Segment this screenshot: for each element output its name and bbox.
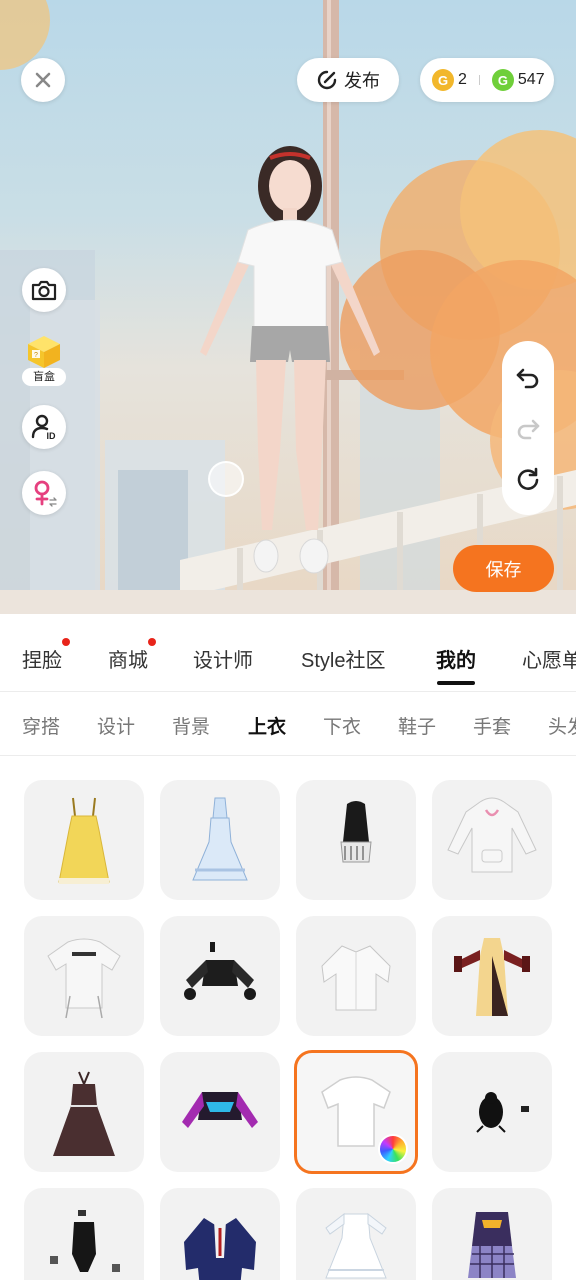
publish-icon bbox=[317, 70, 337, 90]
clothing-item[interactable] bbox=[160, 780, 280, 900]
tab-shop[interactable]: 商城 bbox=[108, 638, 156, 673]
tab-style-community[interactable]: Style社区 bbox=[301, 644, 385, 673]
tab-wishlist[interactable]: 心愿单 bbox=[522, 644, 576, 673]
clothing-item[interactable] bbox=[432, 1188, 552, 1280]
blazer-icon bbox=[184, 1218, 256, 1280]
clothing-item[interactable] bbox=[160, 916, 280, 1036]
category-bottoms[interactable]: 下衣 bbox=[323, 712, 361, 739]
notification-dot bbox=[148, 638, 156, 646]
tab-wishlist-label: 心愿单 bbox=[522, 650, 576, 672]
avatar-id-button[interactable]: ID bbox=[22, 405, 66, 449]
svg-text:?: ? bbox=[34, 352, 38, 359]
main-tab-bar: 捏脸 商城 设计师 Style社区 我的 心愿单 bbox=[0, 614, 576, 692]
green-coin-icon: G bbox=[491, 69, 514, 91]
clothing-item[interactable] bbox=[432, 780, 552, 900]
tab-style-community-label: Style社区 bbox=[301, 650, 386, 672]
user-id-icon: ID bbox=[31, 414, 57, 441]
printed-tshirt-icon bbox=[47, 938, 121, 1019]
blind-box-label: 盲盒 bbox=[22, 368, 66, 386]
camera-icon bbox=[31, 280, 57, 301]
tab-mine[interactable]: 我的 bbox=[436, 644, 476, 685]
reset-icon[interactable] bbox=[515, 466, 541, 492]
category-design[interactable]: 设计 bbox=[97, 712, 135, 739]
white-hoodie-icon bbox=[447, 797, 537, 873]
dark-dress-icon bbox=[53, 1071, 115, 1156]
tab-mine-label: 我的 bbox=[436, 650, 476, 672]
clothing-item[interactable] bbox=[432, 1052, 552, 1172]
category-shoes[interactable]: 鞋子 bbox=[398, 712, 436, 739]
category-background[interactable]: 背景 bbox=[172, 712, 210, 739]
category-outfit[interactable]: 穿搭 bbox=[22, 712, 60, 739]
black-crop-top-icon bbox=[184, 942, 256, 1000]
category-hair[interactable]: 头发 bbox=[548, 712, 576, 739]
white-shirt-icon bbox=[321, 945, 391, 1011]
blue-dress-icon bbox=[192, 797, 248, 881]
tab-face-label: 捏脸 bbox=[22, 650, 62, 672]
white-lolita-dress-icon bbox=[325, 1212, 387, 1279]
gender-switch-button[interactable] bbox=[22, 471, 66, 515]
close-button[interactable] bbox=[21, 58, 65, 102]
currency-divider bbox=[478, 75, 480, 85]
tab-face[interactable]: 捏脸 bbox=[22, 638, 70, 673]
camera-joystick[interactable] bbox=[208, 461, 244, 497]
clothing-item[interactable] bbox=[160, 1052, 280, 1172]
gold-amount: 2 bbox=[458, 71, 467, 88]
publish-label: 发布 bbox=[344, 71, 380, 91]
clothing-item[interactable] bbox=[296, 916, 416, 1036]
yellow-dress-icon bbox=[58, 797, 110, 884]
notification-dot bbox=[62, 638, 70, 646]
clothing-item[interactable] bbox=[24, 916, 144, 1036]
female-icon bbox=[34, 480, 57, 507]
color-picker-icon[interactable] bbox=[378, 1134, 408, 1164]
tab-designer[interactable]: 设计师 bbox=[193, 644, 253, 673]
clothing-item[interactable] bbox=[432, 916, 552, 1036]
black-swimsuit-icon bbox=[50, 1210, 120, 1272]
undo-icon[interactable] bbox=[515, 364, 541, 390]
publish-button[interactable]: 发布 bbox=[297, 58, 399, 102]
clothing-item[interactable] bbox=[160, 1188, 280, 1280]
gold-coin-icon: G bbox=[432, 69, 454, 91]
redo-icon[interactable] bbox=[515, 415, 541, 441]
purple-plaid-outfit-icon bbox=[468, 1212, 516, 1278]
tab-designer-label: 设计师 bbox=[193, 650, 253, 672]
blind-box-icon: ? bbox=[28, 336, 60, 368]
category-tab-bar: 穿搭 设计 背景 上衣 下衣 鞋子 手套 头发 bbox=[0, 692, 576, 756]
black-corset-icon bbox=[340, 801, 372, 863]
save-button[interactable]: 保存 bbox=[453, 545, 554, 592]
category-tops[interactable]: 上衣 bbox=[248, 712, 286, 739]
clothing-item[interactable] bbox=[296, 780, 416, 900]
clothing-item[interactable] bbox=[24, 1052, 144, 1172]
active-tab-indicator bbox=[437, 681, 475, 685]
purple-crop-jacket-icon bbox=[182, 1092, 258, 1128]
camera-button[interactable] bbox=[22, 268, 66, 312]
clothing-item[interactable] bbox=[24, 1188, 144, 1280]
clothing-item[interactable] bbox=[24, 780, 144, 900]
category-gloves[interactable]: 手套 bbox=[473, 712, 511, 739]
history-panel bbox=[502, 341, 554, 515]
blind-box-button[interactable]: ? 盲盒 bbox=[22, 334, 68, 388]
currency-balance[interactable]: G 2 G 547 bbox=[420, 58, 554, 102]
tab-shop-label: 商城 bbox=[108, 650, 148, 672]
clothing-item-selected[interactable] bbox=[294, 1050, 418, 1174]
avatar-preview-scene[interactable]: 发布 G 2 G 547 ? 盲盒 ID 保存 bbox=[0, 0, 576, 614]
cheongsam-icon bbox=[454, 938, 530, 1016]
svg-text:ID: ID bbox=[47, 431, 57, 441]
clothing-item[interactable] bbox=[296, 1188, 416, 1280]
clothing-grid bbox=[0, 756, 576, 1280]
close-icon bbox=[35, 72, 51, 88]
green-amount: 547 bbox=[517, 71, 545, 88]
black-bow-icon bbox=[476, 1092, 529, 1133]
